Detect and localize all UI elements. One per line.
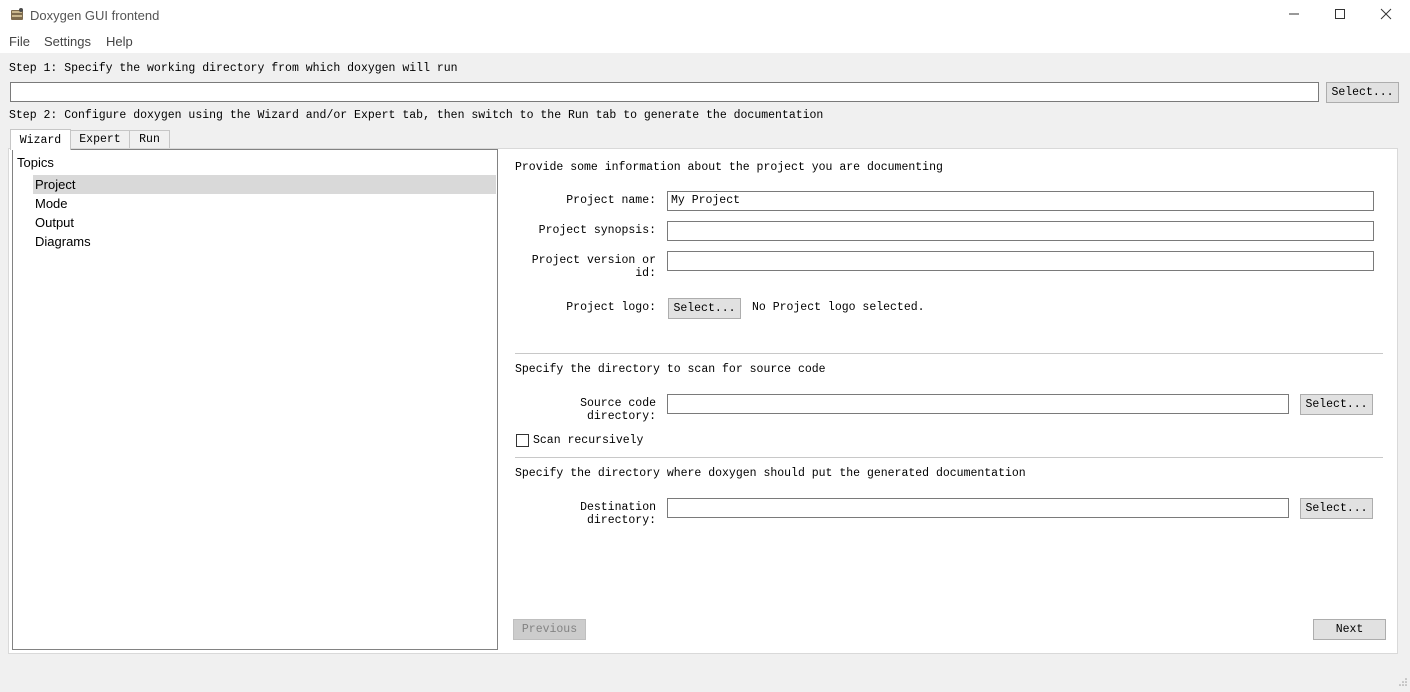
window-title: Doxygen GUI frontend: [30, 8, 160, 23]
topics-header: Topics: [17, 155, 54, 170]
project-synopsis-label: Project synopsis:: [538, 224, 656, 237]
scan-recursively-checkbox[interactable]: [516, 434, 529, 447]
working-directory-input[interactable]: [10, 82, 1319, 102]
source-intro: Specify the directory to scan for source…: [515, 363, 826, 376]
tree-item-diagrams[interactable]: Diagrams: [35, 234, 91, 249]
tree-item-project[interactable]: Project: [35, 177, 75, 192]
tree-item-output[interactable]: Output: [35, 215, 74, 230]
project-logo-select-button[interactable]: Select...: [668, 298, 741, 319]
tab-expert[interactable]: Expert: [70, 130, 130, 148]
maximize-icon: [1334, 7, 1346, 25]
project-name-input[interactable]: My Project: [667, 191, 1374, 211]
project-intro: Provide some information about the proje…: [515, 161, 943, 174]
tab-wizard[interactable]: Wizard: [10, 129, 71, 150]
project-version-input[interactable]: [667, 251, 1374, 271]
close-button[interactable]: [1363, 0, 1409, 31]
maximize-button[interactable]: [1317, 0, 1363, 31]
previous-button[interactable]: Previous: [513, 619, 586, 640]
tree-selection-highlight: [33, 175, 496, 194]
step2-label: Step 2: Configure doxygen using the Wiza…: [9, 109, 824, 122]
project-logo-label: Project logo:: [566, 301, 656, 314]
menu-settings[interactable]: Settings: [44, 34, 91, 49]
source-directory-label: Source code directory:: [580, 397, 656, 423]
menu-file[interactable]: File: [9, 34, 30, 49]
menu-help[interactable]: Help: [106, 34, 133, 49]
resize-grip-icon[interactable]: [1398, 674, 1408, 686]
project-version-label: Project version or id:: [531, 254, 656, 280]
minimize-button[interactable]: [1271, 0, 1317, 31]
close-icon: [1380, 7, 1392, 25]
destination-intro: Specify the directory where doxygen shou…: [515, 467, 1026, 480]
working-directory-select-button[interactable]: Select...: [1326, 82, 1399, 103]
menu-bar: [0, 31, 1410, 53]
destination-directory-input[interactable]: [667, 498, 1289, 518]
project-logo-status: No Project logo selected.: [752, 301, 925, 314]
source-directory-input[interactable]: [667, 394, 1289, 414]
topics-tree[interactable]: [12, 149, 498, 650]
minimize-icon: [1288, 7, 1300, 25]
section-divider: [515, 457, 1383, 458]
source-directory-select-button[interactable]: Select...: [1300, 394, 1373, 415]
destination-directory-label: Destination directory:: [580, 501, 656, 527]
scan-recursively-label: Scan recursively: [533, 434, 644, 447]
section-divider: [515, 353, 1383, 354]
project-synopsis-input[interactable]: [667, 221, 1374, 241]
doxygen-app-icon: [9, 7, 25, 23]
title-bar: [0, 0, 1410, 31]
destination-directory-select-button[interactable]: Select...: [1300, 498, 1373, 519]
project-name-label: Project name:: [566, 194, 656, 207]
tree-item-mode[interactable]: Mode: [35, 196, 68, 211]
tab-run[interactable]: Run: [129, 130, 170, 148]
step1-label: Step 1: Specify the working directory fr…: [9, 62, 458, 75]
next-button[interactable]: Next: [1313, 619, 1386, 640]
